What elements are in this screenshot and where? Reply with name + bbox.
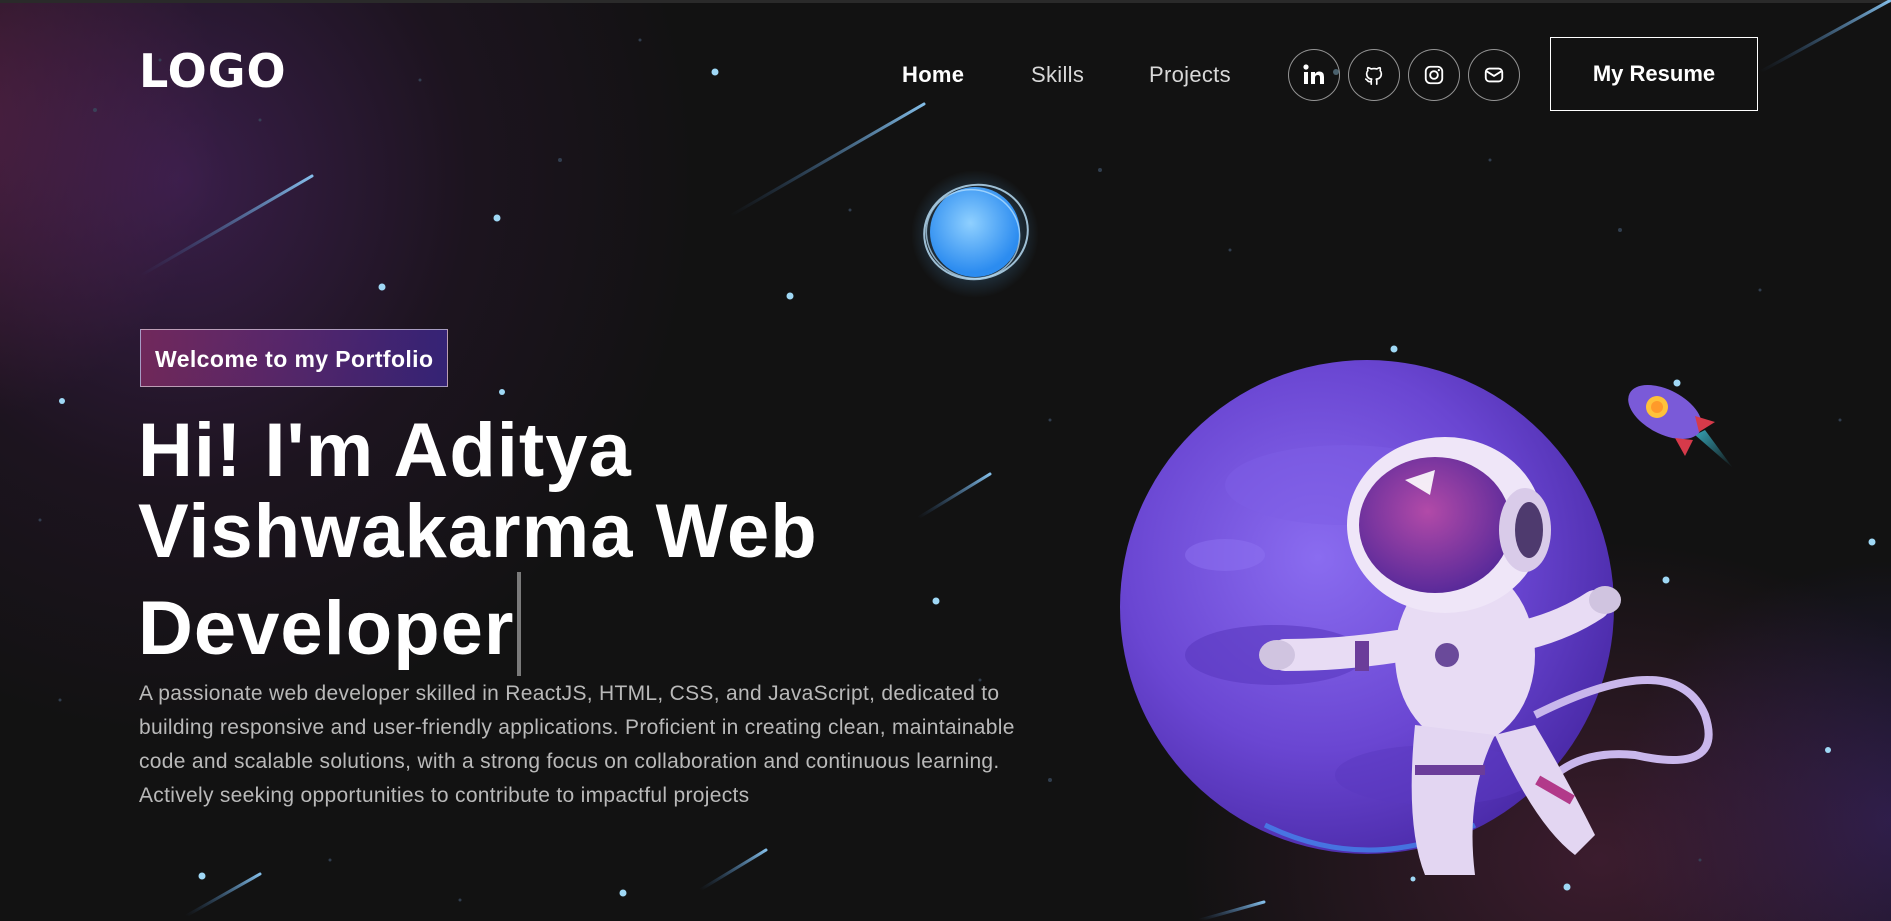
typing-cursor [516,572,521,676]
github-icon [1364,66,1383,85]
instagram-button[interactable] [1408,49,1460,101]
linkedin-button[interactable] [1288,49,1340,101]
nav-link-projects[interactable]: Projects [1149,62,1231,88]
headline-line-1: Hi! I'm Aditya [138,408,632,493]
portfolio-page: LOGO Home Skills Projects My Resume Welc… [0,0,1891,921]
hero-headline: Hi! I'm Aditya Vishwakarma Web Developer [138,410,938,676]
rocket-illustration [1628,384,1733,468]
headline-line-3: Developer [138,586,515,671]
github-button[interactable] [1348,49,1400,101]
glowing-planet-illustration [911,170,1039,298]
nav-link-home[interactable]: Home [902,62,964,88]
mail-button[interactable] [1468,49,1520,101]
hero-description: A passionate web developer skilled in Re… [139,682,1015,807]
mail-icon [1484,67,1504,83]
welcome-tagline: Welcome to my Portfolio [140,329,449,387]
linkedin-icon [1303,64,1324,84]
my-resume-button[interactable]: My Resume [1550,37,1758,111]
nav-link-skills[interactable]: Skills [1031,62,1084,88]
site-logo[interactable]: LOGO [139,44,287,98]
instagram-icon [1424,65,1444,85]
headline-line-2: Vishwakarma Web [138,489,818,574]
